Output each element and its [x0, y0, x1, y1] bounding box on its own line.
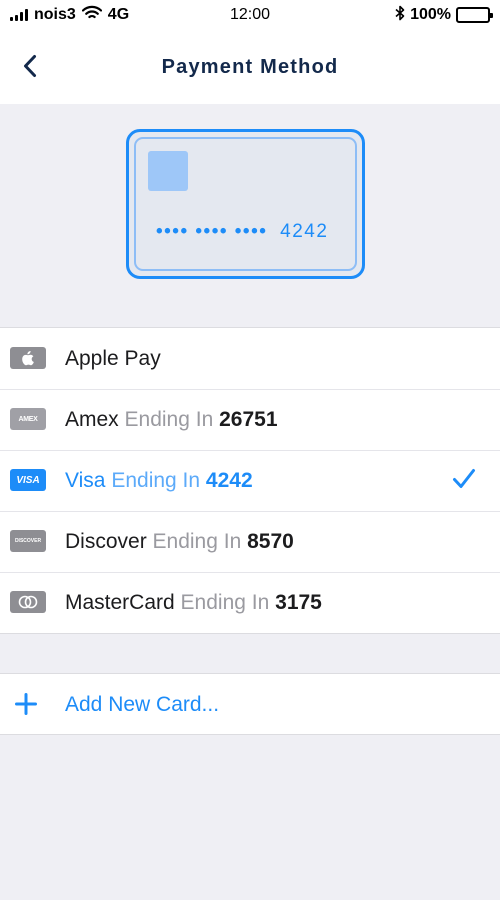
- status-left: nois3 4G: [10, 5, 173, 25]
- last-four-digits: 3175: [275, 590, 322, 614]
- payment-method-visa[interactable]: VISA Visa Ending In 4242: [0, 450, 500, 511]
- signal-icon: [10, 9, 28, 21]
- add-new-card-label: Add New Card...: [65, 693, 220, 716]
- visa-icon: VISA: [10, 469, 46, 491]
- ending-in-label: Ending In: [124, 407, 214, 431]
- carrier-label: nois3: [34, 6, 76, 23]
- last-four-digits: 8570: [247, 529, 294, 553]
- payment-method-amex[interactable]: AMEX Amex Ending In 26751: [0, 389, 500, 450]
- discover-logo-text: DISCOVER: [14, 538, 42, 544]
- ending-in-label: Ending In: [152, 529, 242, 553]
- payment-brand: Discover: [65, 529, 147, 553]
- payment-method-label: Apple Pay: [65, 347, 161, 371]
- amex-icon: AMEX: [10, 408, 46, 430]
- card-preview-inner: •••• •••• •••• 4242: [134, 137, 357, 271]
- back-button[interactable]: [8, 46, 52, 90]
- ending-in-label: Ending In: [180, 590, 270, 614]
- add-new-card-button[interactable]: Add New Card...: [0, 673, 500, 735]
- payment-method-label: Amex Ending In 26751: [65, 408, 278, 432]
- status-bar: nois3 4G 12:00 100%: [0, 0, 500, 30]
- payment-brand: Apple Pay: [65, 346, 161, 370]
- status-time: 12:00: [229, 6, 271, 23]
- payment-method-list: Apple Pay AMEX Amex Ending In 26751 VISA…: [0, 327, 500, 634]
- wifi-icon: [81, 5, 102, 25]
- status-right: 100%: [327, 5, 493, 26]
- mastercard-icon: [10, 591, 46, 613]
- last-four-digits: 26751: [219, 407, 278, 431]
- discover-icon: DISCOVER: [10, 530, 46, 552]
- visa-logo-text: VISA: [16, 474, 40, 486]
- payment-method-label: Discover Ending In 8570: [65, 530, 294, 554]
- amex-logo-text: AMEX: [18, 415, 38, 423]
- last-four-digits: 4242: [205, 468, 253, 492]
- card-preview-number: •••• •••• •••• 4242: [156, 221, 328, 243]
- battery-label: 100%: [410, 6, 451, 23]
- ending-in-label: Ending In: [111, 468, 201, 492]
- card-preview: •••• •••• •••• 4242: [126, 129, 365, 279]
- payment-method-label: MasterCard Ending In 3175: [65, 591, 322, 615]
- chevron-left-icon: [23, 54, 37, 83]
- bluetooth-icon: [395, 5, 405, 26]
- battery-icon: [456, 7, 493, 23]
- payment-brand: MasterCard: [65, 590, 175, 614]
- top-bar: nois3 4G 12:00 100% Payment Method: [0, 0, 500, 104]
- network-label: 4G: [107, 6, 130, 23]
- card-masked-digits: •••• •••• ••••: [156, 221, 268, 242]
- navigation-bar: Payment Method: [0, 36, 500, 98]
- card-chip: [148, 151, 188, 191]
- card-last-four: 4242: [280, 221, 329, 242]
- plus-icon: [15, 693, 37, 720]
- payment-method-discover[interactable]: DISCOVER Discover Ending In 8570: [0, 511, 500, 572]
- page-title: Payment Method: [161, 55, 339, 78]
- checkmark-icon: [452, 468, 476, 495]
- payment-method-label: Visa Ending In 4242: [65, 469, 253, 493]
- apple-pay-icon: [10, 347, 46, 369]
- payment-brand: Amex: [65, 407, 119, 431]
- payment-brand: Visa: [65, 468, 106, 492]
- payment-method-mastercard[interactable]: MasterCard Ending In 3175: [0, 572, 500, 633]
- payment-method-apple-pay[interactable]: Apple Pay: [0, 328, 500, 389]
